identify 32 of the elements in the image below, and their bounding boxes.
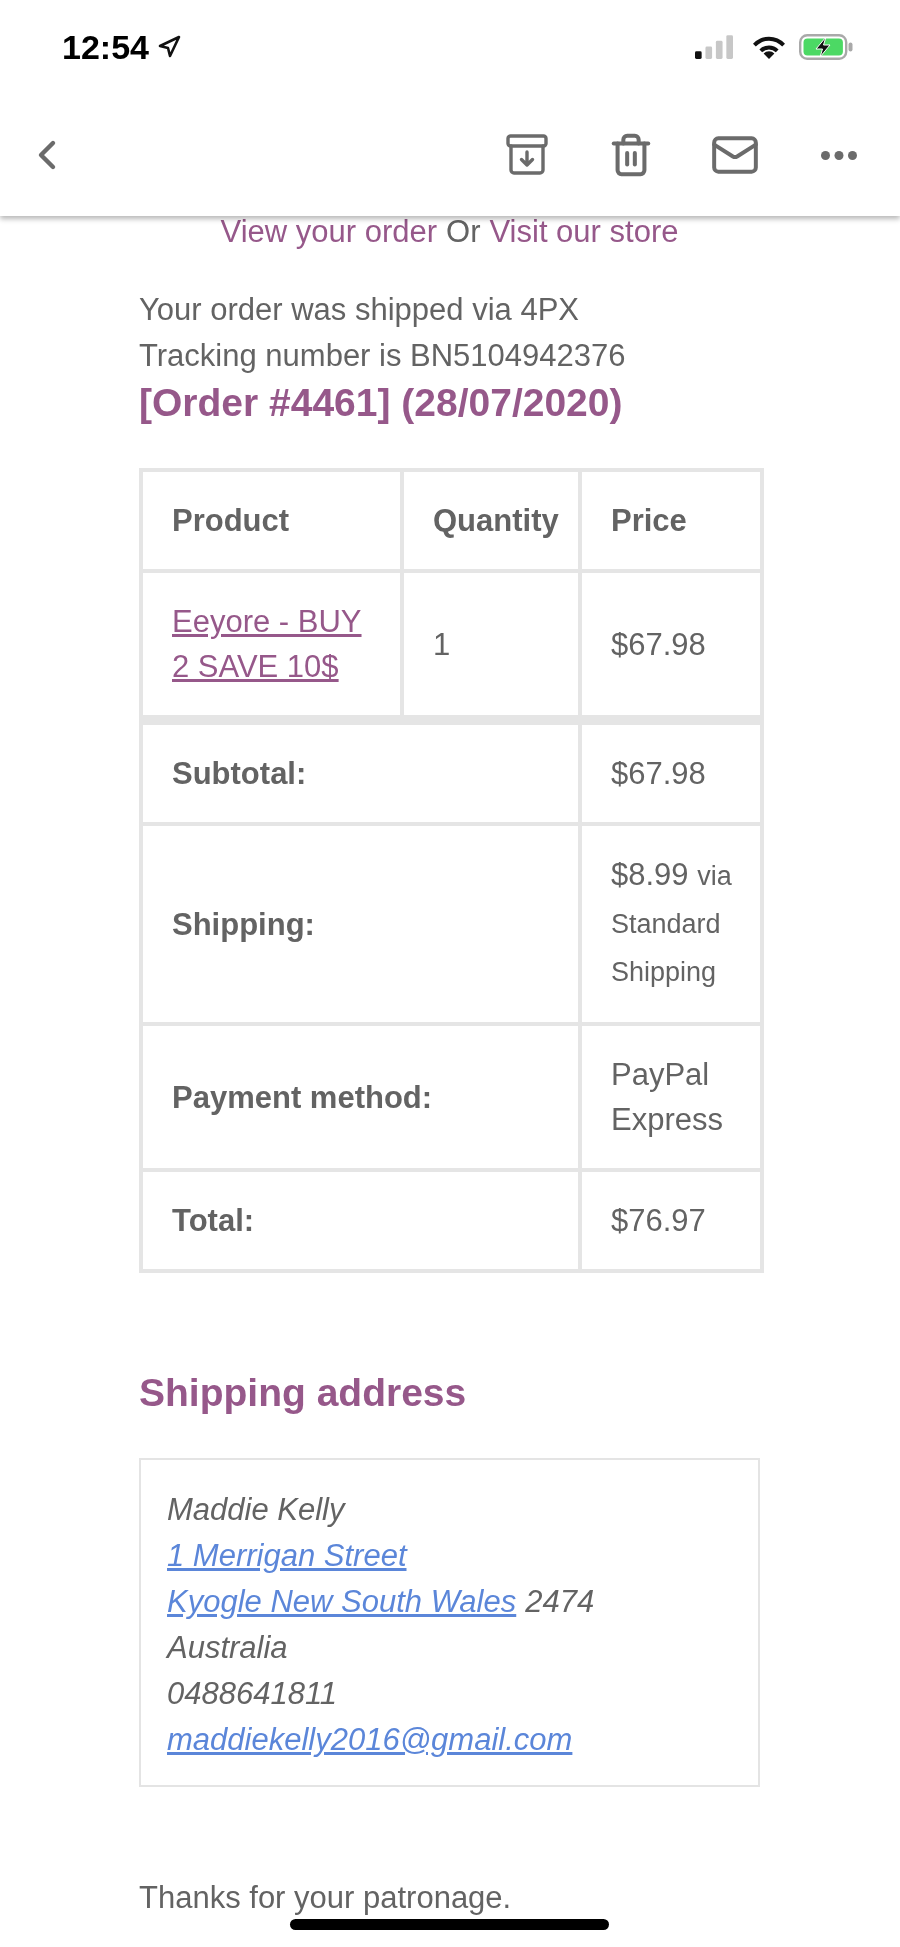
total-value-cell: $8.99 via Standard Shipping xyxy=(580,824,762,1024)
product-link[interactable]: Eeyore - BUY 2 SAVE 10$ xyxy=(172,599,378,689)
address-text: Australia xyxy=(167,1629,288,1667)
location-arrow-icon xyxy=(156,35,181,59)
order-link[interactable]: View your order xyxy=(220,216,438,248)
address-text: Maddie Kelly xyxy=(167,1491,345,1529)
total-label-cell: Payment method: xyxy=(141,1024,580,1170)
order-link[interactable]: Visit our store xyxy=(489,216,679,248)
separator-text: Or xyxy=(446,216,481,248)
total-label-cell: Shipping: xyxy=(141,824,580,1024)
address-link[interactable]: 1 Merrigan Street xyxy=(167,1533,407,1579)
column-header: Price xyxy=(580,470,762,571)
message-text: Tracking number is BN5104942376 xyxy=(139,337,627,375)
address-text: 2474 xyxy=(525,1583,595,1621)
status-time: 12:54 xyxy=(62,30,149,64)
closing-text: Thanks for your patronage. xyxy=(139,1879,512,1917)
total-label-cell: Total: xyxy=(141,1170,580,1271)
battery-charging-icon xyxy=(799,34,853,60)
column-header: Quantity xyxy=(402,470,580,571)
more-icon xyxy=(821,150,857,160)
wifi-icon xyxy=(753,35,785,59)
column-header: Product xyxy=(141,470,402,571)
message-text: Your order was shipped via 4PX xyxy=(139,291,580,329)
archive-icon xyxy=(506,134,548,176)
total-value-cell: PayPal Express xyxy=(580,1024,762,1170)
signal-icon xyxy=(695,35,733,59)
order-heading: [Order #4461] (28/07/2020) xyxy=(139,380,624,426)
address-link[interactable]: Kyogle New South Wales xyxy=(167,1579,517,1625)
address-link[interactable]: maddiekelly2016@gmail.com xyxy=(167,1717,573,1763)
total-value-cell: $76.97 xyxy=(580,1170,762,1271)
section-heading: Shipping address xyxy=(139,1370,468,1416)
address-text: 0488641811 xyxy=(167,1675,338,1713)
